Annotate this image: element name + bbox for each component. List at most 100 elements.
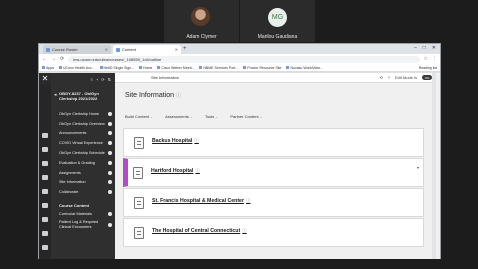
course-menu-item[interactable]: ObGyn Clerkship Overview xyxy=(51,119,115,129)
course-menu-item[interactable]: Assignments xyxy=(51,168,115,178)
visibility-icon[interactable] xyxy=(108,141,112,146)
courses-icon[interactable] xyxy=(42,175,48,180)
close-tab-icon[interactable]: ✕ xyxy=(105,47,108,52)
info-icon[interactable]: ⓘ xyxy=(176,93,181,99)
menu-label: Build Content xyxy=(125,114,150,119)
course-menu-item[interactable]: ObGyn Clerkship Home xyxy=(51,109,115,119)
tools-icon[interactable] xyxy=(42,231,48,236)
menu-item-label: ObGyn Clerkship Schedule xyxy=(59,151,105,156)
collapse-icon[interactable]: ◂ xyxy=(54,92,57,98)
star-icon[interactable]: ☆ xyxy=(424,56,428,62)
course-menu-item[interactable]: Evaluation & Grading xyxy=(51,158,115,168)
course-title[interactable]: OBGY-8237 - Ob/Gyn Clerkship 2021/2022 xyxy=(59,91,109,101)
maximize-icon[interactable]: □ xyxy=(423,45,426,51)
course-menu-item[interactable]: ObGyn Clerkship Schedule xyxy=(51,148,115,158)
back-icon[interactable]: ← xyxy=(42,56,47,62)
course-menu-item[interactable]: Patient Log & Required Clinical Encounte… xyxy=(51,219,115,231)
minimize-icon[interactable]: – xyxy=(414,45,417,51)
course-menu-section: Course Content xyxy=(59,202,89,208)
signout-icon[interactable] xyxy=(42,245,48,250)
item-link[interactable]: The Hospital of Central Connecticut ⓘ xyxy=(152,228,247,234)
url-input[interactable]: lms.uconn.edu/ultra/courses/_108559_1/cl… xyxy=(68,55,420,63)
menu-list-icon[interactable]: ≡ xyxy=(91,77,93,82)
course-menu: ≡ + ⟳ ⇅ ◂ OBGY-8237 - Ob/Gyn Clerkship 2… xyxy=(51,73,115,259)
edit-mode-label: Edit Mode is xyxy=(394,75,417,80)
tab-content[interactable]: Content ✕ xyxy=(113,45,181,54)
institution-icon[interactable] xyxy=(42,133,48,138)
partner-content-menu[interactable]: Partner Content ⌄ xyxy=(230,114,262,119)
participant-tile[interactable]: Adam Clymer xyxy=(164,0,239,42)
activity-icon[interactable] xyxy=(42,161,48,166)
visibility-icon[interactable] xyxy=(108,212,112,217)
bookmark-label: Reading list xyxy=(418,65,437,70)
course-menu-item[interactable]: COVID Virtual Experience xyxy=(51,138,115,148)
item-link[interactable]: St. Francis Hospital & Medical Center ⓘ xyxy=(152,198,250,204)
visibility-icon[interactable] xyxy=(108,170,112,175)
visibility-icon[interactable] xyxy=(108,190,112,195)
help-icon[interactable]: ? xyxy=(388,75,390,80)
list-item[interactable]: The Hospital of Central Connecticut ⓘ xyxy=(123,218,424,247)
info-icon[interactable]: ⓘ xyxy=(194,138,199,143)
scrollbar[interactable] xyxy=(432,73,436,259)
chevron-down-icon[interactable]: ▾ xyxy=(417,165,419,170)
visibility-icon[interactable] xyxy=(108,160,112,165)
build-content-menu[interactable]: Build Content ⌄ xyxy=(125,114,153,119)
visibility-icon[interactable] xyxy=(108,121,112,126)
student-preview-icon[interactable]: ⟲ xyxy=(379,75,382,80)
messages-icon[interactable] xyxy=(42,203,48,208)
breadcrumb-current[interactable]: Site Information xyxy=(151,75,179,80)
course-menu-item[interactable]: Announcements xyxy=(51,129,115,139)
add-menu-icon[interactable]: + xyxy=(96,77,98,82)
swap-icon[interactable]: ⇅ xyxy=(108,77,111,82)
new-tab-button[interactable]: + xyxy=(183,45,187,54)
bookmark-item[interactable]: NetID Single Sign... xyxy=(99,66,134,70)
reload-icon[interactable]: ⟳ xyxy=(60,56,64,62)
bookmark-item[interactable]: UConn Health Acc... xyxy=(58,66,95,70)
visibility-icon[interactable] xyxy=(108,180,112,185)
profile-icon[interactable] xyxy=(42,147,48,152)
visibility-icon[interactable] xyxy=(108,222,112,227)
list-item[interactable]: St. Francis Hospital & Medical Center ⓘ xyxy=(123,188,424,217)
info-icon[interactable]: ⓘ xyxy=(195,168,200,173)
visibility-icon[interactable] xyxy=(108,131,112,136)
bookmark-item[interactable]: Novasu WorldView... xyxy=(286,66,323,70)
close-window-icon[interactable]: ✕ xyxy=(432,45,436,51)
edit-mode-toggle[interactable]: ON xyxy=(422,75,432,80)
bookmark-item[interactable]: Apps xyxy=(42,66,54,70)
page-title: Site Information ⓘ xyxy=(125,92,181,99)
grades-icon[interactable] xyxy=(42,217,48,222)
close-tab-icon[interactable]: ✕ xyxy=(175,47,178,52)
bookmark-item[interactable]: Cisco Webex Meeti... xyxy=(157,66,194,70)
course-menu-item[interactable]: Curricular Materials xyxy=(51,209,115,219)
list-item[interactable]: Hartford Hospital ⓘ ▾ xyxy=(123,158,424,187)
assessments-menu[interactable]: Assessments ⌄ xyxy=(165,114,193,119)
course-menu-item[interactable]: Collaborate xyxy=(51,187,115,197)
bookmark-item[interactable]: Home xyxy=(139,66,152,70)
menu-icon[interactable]: ⋮ xyxy=(432,56,437,62)
item-link[interactable]: Backus Hospital ⓘ xyxy=(152,138,199,144)
bookmark-item[interactable]: Proctor Resource Site xyxy=(243,66,281,70)
visibility-icon[interactable] xyxy=(108,111,112,116)
info-icon[interactable]: ⓘ xyxy=(246,198,251,203)
menu-label: Tools xyxy=(204,114,215,119)
menu-item-label: Curricular Materials xyxy=(59,212,92,217)
forward-icon[interactable]: → xyxy=(51,56,56,62)
course-menu-item[interactable]: Site Information xyxy=(51,178,115,188)
refresh-icon[interactable]: ⟳ xyxy=(101,77,104,82)
visibility-icon[interactable] xyxy=(108,151,112,156)
chevron-down-icon: ⌄ xyxy=(190,115,193,119)
list-item[interactable]: Backus Hospital ⓘ xyxy=(123,128,424,157)
participant-tile[interactable]: MG Marilou Gaudiana xyxy=(240,0,315,42)
menu-item-label: COVID Virtual Experience xyxy=(59,141,103,146)
menu-item-label: Evaluation & Grading xyxy=(59,160,95,165)
close-course-icon[interactable]: ✕ xyxy=(39,73,51,85)
bookmark-item[interactable]: NBME Services Port... xyxy=(199,66,238,70)
chevron-down-icon: ⌄ xyxy=(150,115,154,119)
info-icon[interactable]: ⓘ xyxy=(242,228,247,233)
tab-course-roster[interactable]: Course Roster ✕ xyxy=(43,45,111,54)
calendar-icon[interactable] xyxy=(42,189,48,194)
item-link[interactable]: Hartford Hospital ⓘ xyxy=(151,168,200,174)
tools-menu[interactable]: Tools ⌄ xyxy=(205,114,218,119)
window-controls: – □ ✕ xyxy=(414,45,436,51)
bookmark-item[interactable]: Reading list xyxy=(419,66,437,70)
